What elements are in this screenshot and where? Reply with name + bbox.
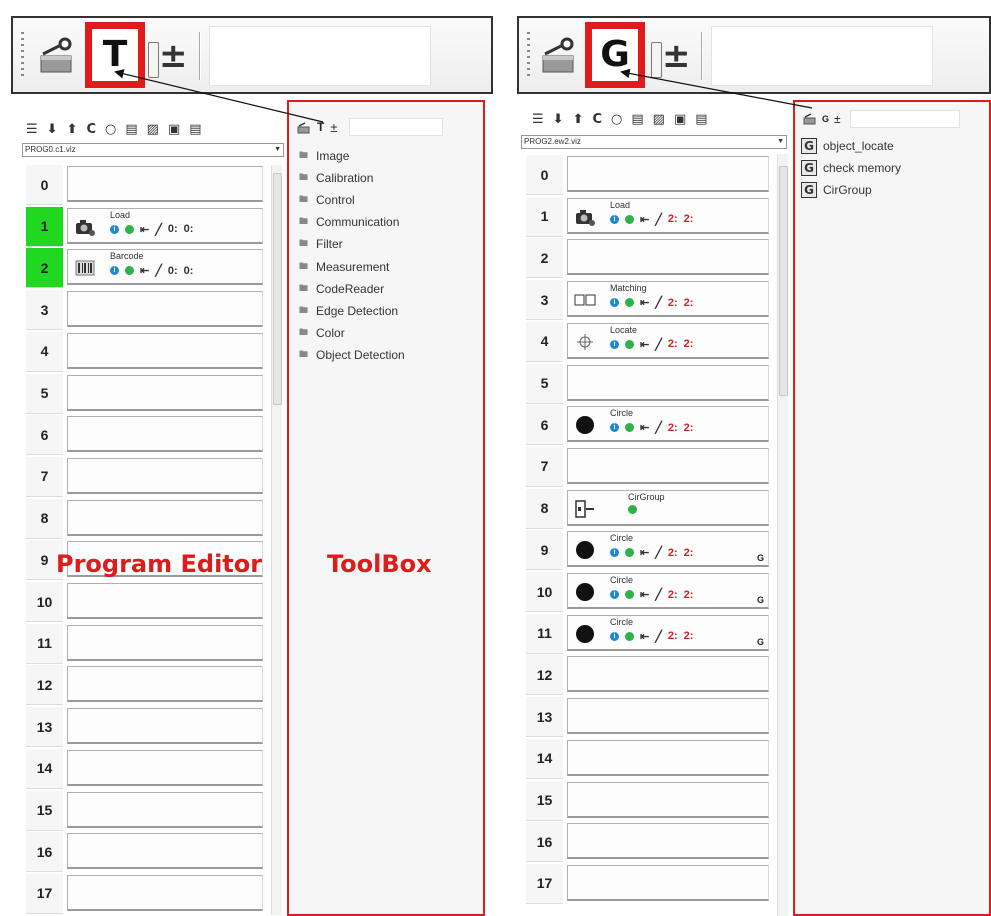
arrow-line [114, 69, 324, 123]
pointer-arrows [114, 68, 813, 123]
arrow-line [620, 68, 813, 109]
